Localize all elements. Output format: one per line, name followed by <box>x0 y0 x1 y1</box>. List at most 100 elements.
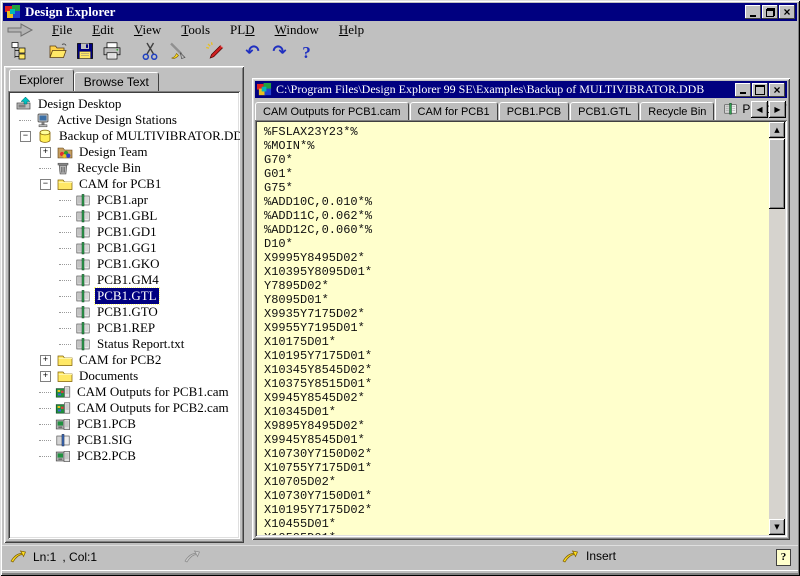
minimize-button[interactable] <box>745 5 761 19</box>
status-help-icon[interactable]: ? <box>776 549 791 566</box>
tree-item-documents[interactable]: +Documents <box>8 368 240 384</box>
window-title: Design Explorer <box>25 4 115 20</box>
tree-item-pcb1-gbl[interactable]: PCB1.GBL <box>8 208 240 224</box>
doc-tab-pcb1-gtl-3[interactable]: PCB1.GTL <box>570 102 639 120</box>
tree-item-pcb1-gd1[interactable]: PCB1.GD1 <box>8 224 240 240</box>
tree-item-pcb1-gg1[interactable]: PCB1.GG1 <box>8 240 240 256</box>
doc-tab-label: PCB1.GTL <box>578 106 631 118</box>
tree-item-pcb1-rep[interactable]: PCB1.REP <box>8 320 240 336</box>
code-line: X10730Y7150D01* <box>264 489 769 503</box>
toolbar: ↶ ↷? <box>6 39 320 65</box>
menu-edit[interactable]: Edit <box>82 21 124 39</box>
panel-tab-browse-text[interactable]: Browse Text <box>74 72 159 91</box>
tree-branch-line <box>59 312 71 313</box>
code-line: X10175D01* <box>264 335 769 349</box>
run-script-button[interactable] <box>201 40 228 64</box>
collapse-box-icon[interactable]: − <box>20 131 31 142</box>
cut-button[interactable] <box>136 40 163 64</box>
expand-box-icon[interactable]: + <box>40 355 51 366</box>
tree-item-design-desktop[interactable]: Design Desktop <box>8 96 240 112</box>
team-folder-icon <box>57 144 73 160</box>
help-icon: ? <box>302 44 311 61</box>
code-line: X10195Y7175D02* <box>264 503 769 517</box>
undo-button[interactable]: ↶ <box>239 40 266 64</box>
code-line: X10395Y8095D01* <box>264 265 769 279</box>
menu-arrow-icon[interactable] <box>6 23 36 37</box>
doc-tab-cam-for-pcb1-1[interactable]: CAM for PCB1 <box>410 102 498 120</box>
doc-minimize-button[interactable] <box>735 83 751 97</box>
tree-item-cam-for-pcb2[interactable]: +CAM for PCB2 <box>8 352 240 368</box>
tree-item-pcb1-gtl[interactable]: PCB1.GTL <box>8 288 240 304</box>
tree-item-label: PCB1.GTO <box>95 304 160 320</box>
code-line: X9945Y8545D02* <box>264 391 769 405</box>
menu-file[interactable]: File <box>42 21 82 39</box>
save-document-button[interactable] <box>71 40 98 64</box>
paste-icon <box>167 41 187 64</box>
cam-doc-icon <box>75 208 91 224</box>
app-logo-icon <box>5 5 21 19</box>
doc-close-button[interactable]: × <box>769 83 785 97</box>
restore-button[interactable] <box>762 5 778 19</box>
tree-branch-line <box>39 456 51 457</box>
tree-item-cam-outputs-for-pcb2-cam[interactable]: CAM Outputs for PCB2.cam <box>8 400 240 416</box>
tree-item-backup-of-multivibrator-ddb[interactable]: −Backup of MULTIVIBRATOR.DDB <box>8 128 240 144</box>
redo-button[interactable]: ↷ <box>266 40 293 64</box>
redo-icon: ↷ <box>272 44 286 61</box>
paste-button[interactable] <box>163 40 190 64</box>
tree-item-label: PCB1.GBL <box>95 208 159 224</box>
menu-window[interactable]: Window <box>265 21 329 39</box>
main-titlebar[interactable]: Design Explorer × <box>3 3 797 21</box>
cam-doc-icon <box>75 288 91 304</box>
tree-item-cam-outputs-for-pcb1-cam[interactable]: CAM Outputs for PCB1.cam <box>8 384 240 400</box>
menu-help[interactable]: Help <box>329 21 374 39</box>
tab-scroll-left-icon[interactable]: ◀ <box>751 101 768 118</box>
help-button[interactable]: ? <box>293 40 320 64</box>
tab-scroll-right-icon[interactable]: ▶ <box>769 101 786 118</box>
explorer-panel-toggle-button[interactable] <box>6 40 33 64</box>
tree-branch-line <box>59 200 71 201</box>
code-line: Y8095D01* <box>264 293 769 307</box>
text-editor-area: %FSLAX23Y23*%%MOIN*%G70*G01*G75*%ADD10C,… <box>255 120 787 537</box>
tree-item-pcb1-sig[interactable]: PCB1.SIG <box>8 432 240 448</box>
code-line: %ADD11C,0.062*% <box>264 209 769 223</box>
tree-item-active-design-stations[interactable]: Active Design Stations <box>8 112 240 128</box>
tree-branch-line <box>59 264 71 265</box>
print-icon <box>102 41 122 64</box>
tree-item-pcb1-gko[interactable]: PCB1.GKO <box>8 256 240 272</box>
workstation-icon <box>35 112 51 128</box>
code-line: X10195Y7175D01* <box>264 349 769 363</box>
expand-box-icon[interactable]: + <box>40 147 51 158</box>
cam-doc-icon <box>75 272 91 288</box>
print-button[interactable] <box>98 40 125 64</box>
gerber-text-editor[interactable]: %FSLAX23Y23*%%MOIN*%G70*G01*G75*%ADD10C,… <box>257 122 769 535</box>
tree-item-cam-for-pcb1[interactable]: −CAM for PCB1 <box>8 176 240 192</box>
open-document-button[interactable] <box>44 40 71 64</box>
tree-item-pcb1-pcb[interactable]: PCB1.PCB <box>8 416 240 432</box>
folder-icon <box>57 176 73 192</box>
close-button[interactable]: × <box>779 5 795 19</box>
doc-tab-cam-outputs-for-pcb1-cam-0[interactable]: CAM Outputs for PCB1.cam <box>255 102 409 120</box>
expand-box-icon[interactable]: + <box>40 371 51 382</box>
tree-item-label: PCB2.PCB <box>75 448 138 464</box>
collapse-box-icon[interactable]: − <box>40 179 51 190</box>
tree-item-recycle-bin[interactable]: Recycle Bin <box>8 160 240 176</box>
menu-pld[interactable]: PLD <box>220 21 265 39</box>
folder-icon <box>57 352 73 368</box>
tree-item-pcb1-apr[interactable]: PCB1.apr <box>8 192 240 208</box>
tree-item-pcb2-pcb[interactable]: PCB2.PCB <box>8 448 240 464</box>
panel-tab-explorer[interactable]: Explorer <box>9 69 74 91</box>
tree-item-pcb1-gm4[interactable]: PCB1.GM4 <box>8 272 240 288</box>
menu-tools[interactable]: Tools <box>171 21 220 39</box>
tree-item-pcb1-gto[interactable]: PCB1.GTO <box>8 304 240 320</box>
tree-branch-line <box>59 296 71 297</box>
tree-item-label: CAM Outputs for PCB1.cam <box>75 384 231 400</box>
doc-maximize-button[interactable] <box>752 83 768 97</box>
tree-item-design-team[interactable]: +Design Team <box>8 144 240 160</box>
menu-view[interactable]: View <box>124 21 171 39</box>
doc-tab-recycle-bin-4[interactable]: Recycle Bin <box>640 102 714 120</box>
document-icon <box>257 83 272 96</box>
tree-item-status-report-txt[interactable]: Status Report.txt <box>8 336 240 352</box>
pcb-doc-icon <box>55 448 71 464</box>
doc-tab-pcb1-pcb-2[interactable]: PCB1.PCB <box>499 102 569 120</box>
document-titlebar[interactable]: C:\Program Files\Design Explorer 99 SE\E… <box>255 81 787 98</box>
